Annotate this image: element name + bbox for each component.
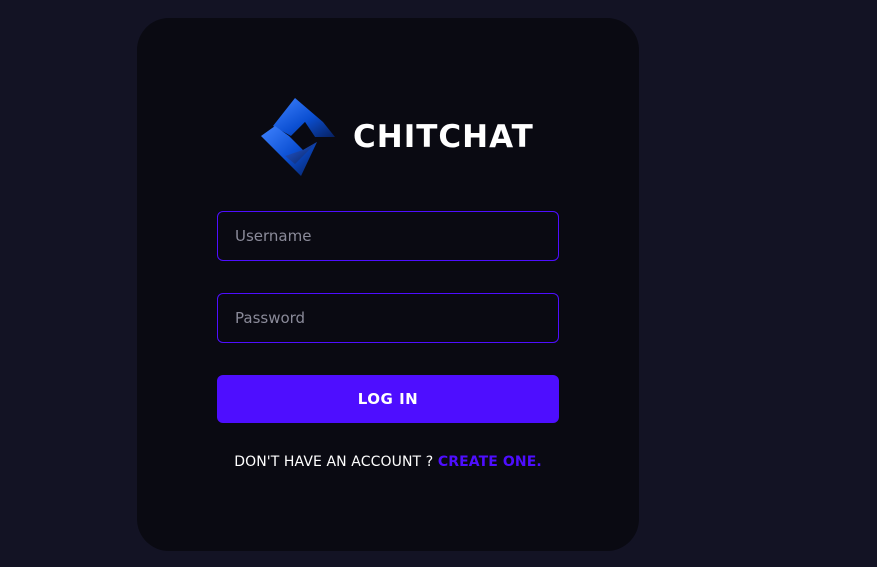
app-title: CHITCHAT <box>353 118 534 155</box>
login-button[interactable]: LOG IN <box>217 375 559 423</box>
brand: CHITCHAT <box>261 98 534 176</box>
signup-prompt: DON'T HAVE AN ACCOUNT ? CREATE ONE. <box>217 452 559 472</box>
chitchat-logo-icon <box>261 98 335 176</box>
create-account-link[interactable]: CREATE ONE. <box>438 454 542 470</box>
login-card: CHITCHAT LOG IN DON'T HAVE AN ACCOUNT ? … <box>137 18 639 551</box>
password-input[interactable] <box>217 293 559 343</box>
username-input[interactable] <box>217 211 559 261</box>
signup-prompt-text: DON'T HAVE AN ACCOUNT ? <box>234 454 434 470</box>
